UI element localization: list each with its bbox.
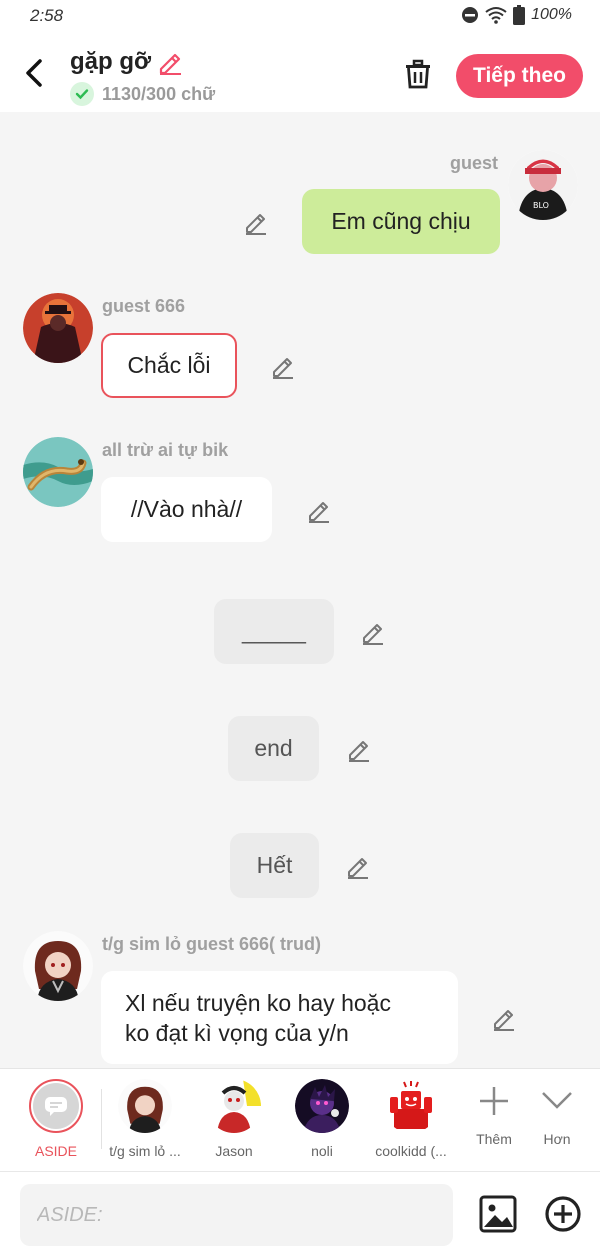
status-bar: 2:58 100% [0,0,600,34]
message-bubble-selected[interactable]: Chắc lỗi [101,333,237,398]
sender-name: guest 666 [102,296,186,316]
character-label: Jason [215,1143,253,1159]
character-label: t/g sim lỏ ... [109,1143,181,1159]
check-icon [70,82,94,106]
aside-bubble[interactable]: Hết [230,833,319,898]
character-aside[interactable]: ASIDE [11,1079,101,1159]
chevron-down-icon [542,1092,572,1109]
svg-text:BLO: BLO [533,201,549,210]
pencil-icon[interactable] [346,736,372,762]
aside-bubble[interactable]: end [228,716,319,781]
character-jason[interactable]: Jason [189,1079,279,1159]
pencil-icon[interactable] [491,1005,517,1031]
chat-bubble-icon [45,1097,67,1116]
character-avatar [118,1079,172,1133]
word-count-text: 1130/300 chữ [102,83,216,104]
character-label: Hơn [543,1131,571,1147]
character-avatar [207,1079,261,1133]
battery-level: 100% [531,6,572,23]
character-tg-sim-lo[interactable]: t/g sim lỏ ... [100,1079,190,1159]
avatar-tg-sim-lo[interactable] [23,931,93,1001]
trash-icon[interactable] [402,58,434,90]
word-count: 1130/300 chữ [70,82,215,106]
message-text-line: ko đạt kì vọng của y/n [125,1019,349,1046]
message-text-line: Xl nếu truyện ko hay hoặc [125,989,391,1016]
battery-icon [513,5,526,25]
pencil-icon[interactable] [306,497,332,523]
story-title: gặp gỡ [70,48,152,75]
character-label: noli [311,1143,333,1159]
sender-name: all trừ ai tự bik [102,440,229,460]
message-bubble[interactable]: Em cũng chịu [302,189,500,254]
header: gặp gỡ 1130/300 chữ Tiếp theo [0,34,600,112]
pencil-icon[interactable] [157,49,183,75]
back-arrow-icon[interactable] [20,56,50,90]
aside-bubble[interactable]: _____ [214,599,334,664]
message-bubble[interactable]: //Vào nhà// [101,477,272,542]
input-bar [0,1171,600,1258]
more-characters-button[interactable]: Hơn [512,1083,600,1147]
character-bar: ASIDE t/g sim lỏ ... Jason noli coolkidd… [0,1068,600,1171]
image-icon[interactable] [478,1194,518,1234]
message-input[interactable] [20,1184,453,1246]
character-label: coolkidd (... [375,1143,447,1159]
avatar-guest[interactable]: BLO [508,150,578,220]
character-avatar [384,1079,438,1133]
pencil-icon[interactable] [360,619,386,645]
pencil-icon[interactable] [345,853,371,879]
wifi-icon [485,7,507,24]
pencil-icon[interactable] [270,353,296,379]
character-label: ASIDE [34,1143,77,1159]
next-button[interactable]: Tiếp theo [456,54,583,98]
character-avatar [295,1079,349,1133]
avatar-all-tru-ai-tu-bik[interactable] [23,437,93,507]
message-bubble[interactable]: Xl nếu truyện ko hay hoặc ko đạt kì vọng… [101,971,458,1064]
story-title-row[interactable]: gặp gỡ [70,48,215,76]
status-time: 2:58 [30,6,64,25]
sender-name: guest [450,153,499,173]
character-coolkidd[interactable]: coolkidd (... [366,1079,456,1159]
add-circle-icon[interactable] [543,1194,583,1234]
aside-avatar [29,1079,83,1133]
avatar-guest-666[interactable] [23,293,93,363]
sender-name: t/g sim lỏ guest 666( trud) [102,934,322,954]
do-not-disturb-icon [462,7,479,23]
character-label: Thêm [476,1131,512,1147]
pencil-icon[interactable] [243,209,269,235]
character-noli[interactable]: noli [277,1079,367,1159]
plus-icon [480,1087,508,1115]
